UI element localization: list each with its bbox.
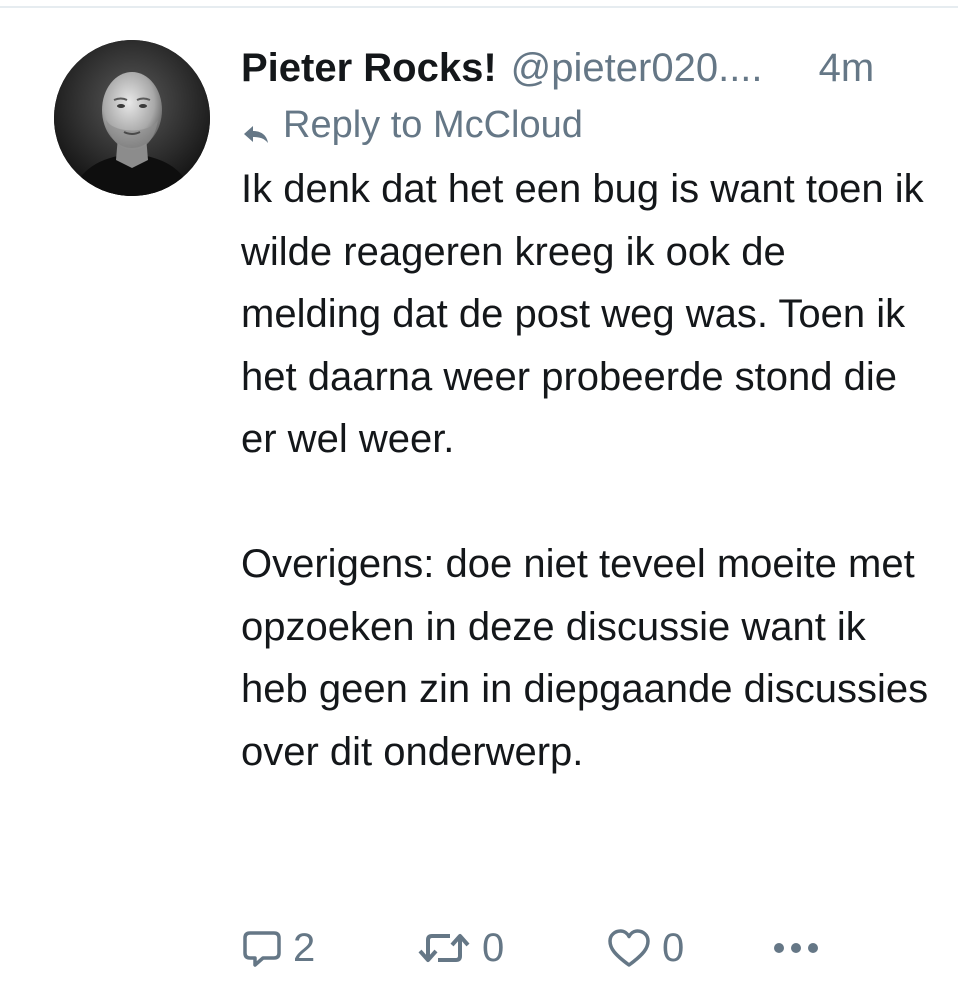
- reply-button[interactable]: 2: [241, 926, 416, 971]
- user-handle[interactable]: @pieter020....: [511, 40, 811, 96]
- like-count: 0: [662, 925, 685, 970]
- post-header: Pieter Rocks! @pieter020.... 4m: [241, 40, 931, 96]
- post-paragraph: Ik denk dat het een bug is want toen ik …: [241, 167, 924, 461]
- avatar-photo: [54, 40, 210, 196]
- like-button[interactable]: 0: [606, 926, 771, 971]
- reblog-count: 0: [482, 925, 505, 970]
- post-paragraph: Overigens: doe niet teveel moeite met op…: [241, 542, 929, 774]
- reblog-button[interactable]: 0: [416, 926, 606, 971]
- reply-to-line[interactable]: Reply to McCloud: [241, 98, 931, 152]
- reply-arrow-icon: [241, 111, 271, 143]
- action-bar: 2 0 0: [241, 918, 931, 978]
- post: Pieter Rocks! @pieter020.... 4m Reply to…: [0, 0, 958, 1000]
- retweet-icon: [416, 927, 472, 969]
- more-options-button[interactable]: [771, 938, 821, 958]
- speech-bubble-icon: [241, 927, 283, 969]
- post-content: Pieter Rocks! @pieter020.... 4m Reply to…: [241, 40, 931, 783]
- display-name[interactable]: Pieter Rocks!: [241, 40, 497, 96]
- reply-count: 2: [293, 925, 316, 970]
- avatar[interactable]: [54, 40, 210, 196]
- more-dots-icon: [771, 938, 821, 958]
- reply-to-label: Reply to McCloud: [283, 104, 583, 146]
- post-body: Ik denk dat het een bug is want toen ik …: [241, 158, 931, 783]
- timestamp[interactable]: 4m: [819, 40, 875, 96]
- heart-icon: [606, 927, 652, 969]
